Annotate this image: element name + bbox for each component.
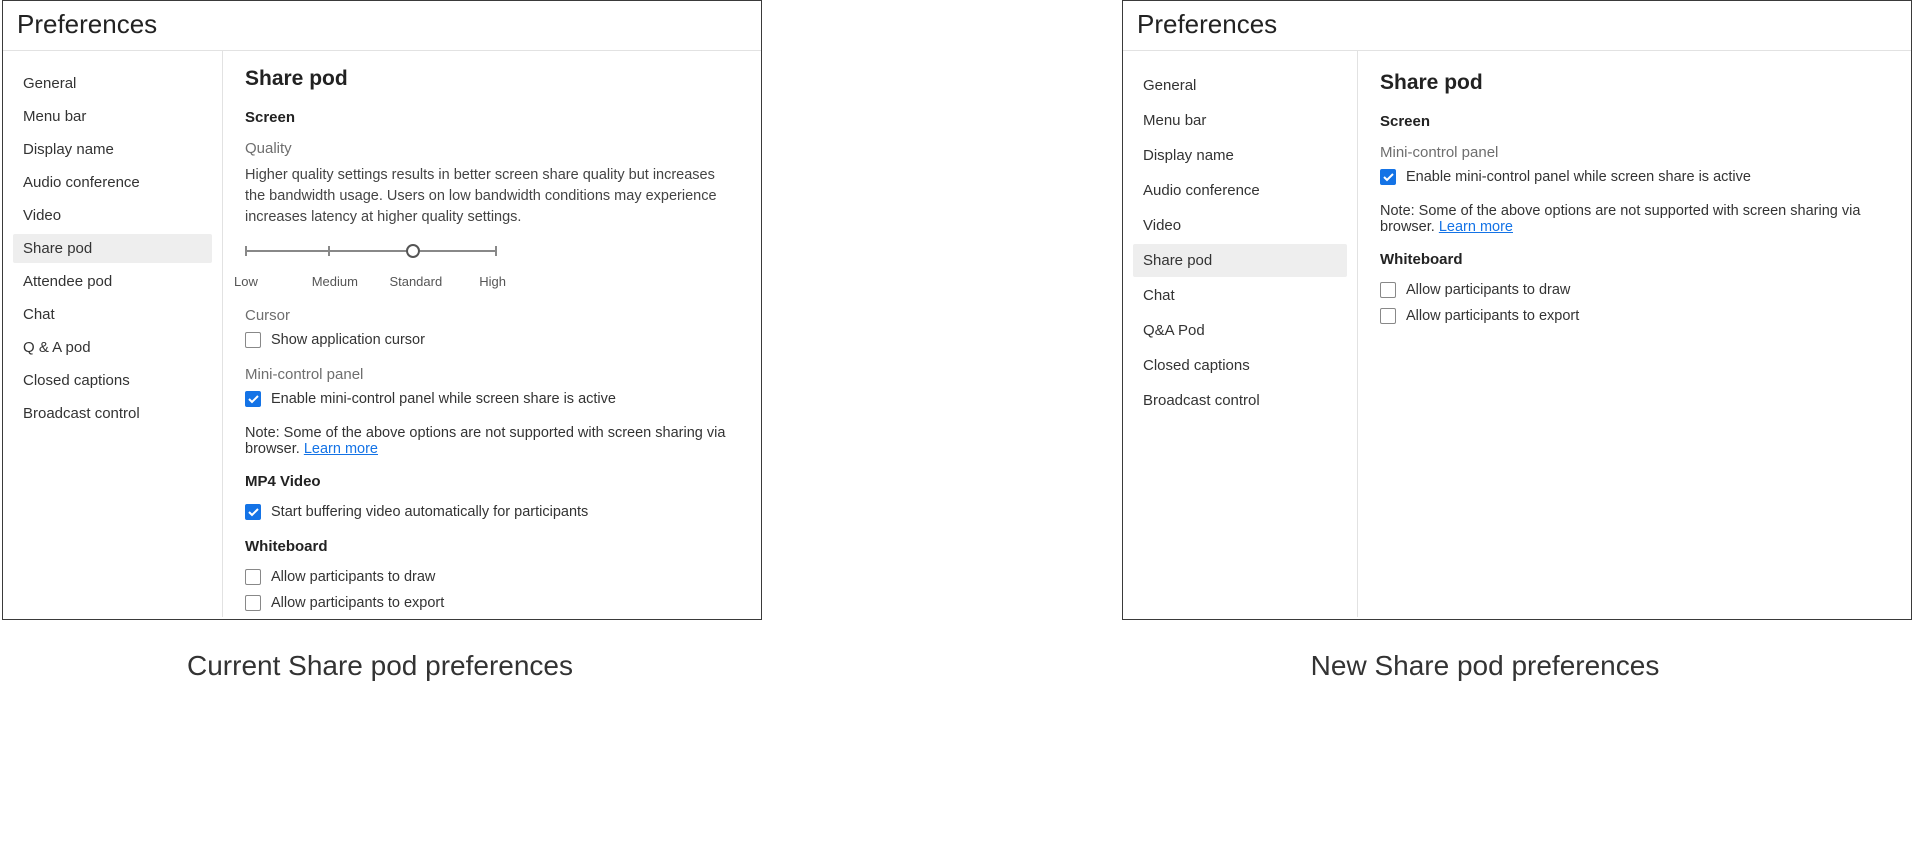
sidebar-item-video[interactable]: Video xyxy=(13,201,212,230)
sidebar-item-sharepod[interactable]: Share pod xyxy=(13,234,212,263)
sidebar-item-sharepod[interactable]: Share pod xyxy=(1133,244,1347,277)
wb-draw-checkbox[interactable] xyxy=(245,569,261,585)
sidebar-item-qapod[interactable]: Q&A Pod xyxy=(1133,314,1347,347)
current-preferences-panel: Preferences General Menu bar Display nam… xyxy=(2,0,762,620)
sidebar-item-video[interactable]: Video xyxy=(1133,209,1347,242)
wb-export-label: Allow participants to export xyxy=(1406,308,1579,324)
sidebar-item-audioconf[interactable]: Audio conference xyxy=(1133,174,1347,207)
whiteboard-heading: Whiteboard xyxy=(245,538,739,555)
screen-heading: Screen xyxy=(1380,113,1889,130)
sidebar-item-broadcast[interactable]: Broadcast control xyxy=(13,399,212,428)
sidebar-item-chat[interactable]: Chat xyxy=(1133,279,1347,312)
mp4-buffer-label: Start buffering video automatically for … xyxy=(271,504,588,520)
mini-control-checkbox[interactable] xyxy=(1380,169,1396,185)
note-text: Note: Some of the above options are not … xyxy=(1380,203,1889,235)
mp4-heading: MP4 Video xyxy=(245,473,739,490)
cursor-heading: Cursor xyxy=(245,307,739,324)
wb-draw-label: Allow participants to draw xyxy=(271,569,435,585)
screen-heading: Screen xyxy=(245,109,739,126)
sidebar-right: General Menu bar Display name Audio conf… xyxy=(1123,51,1358,617)
sidebar-item-broadcast[interactable]: Broadcast control xyxy=(1133,384,1347,417)
sidebar-item-closedcaptions[interactable]: Closed captions xyxy=(1133,349,1347,382)
learn-more-link[interactable]: Learn more xyxy=(1439,219,1513,235)
show-cursor-label: Show application cursor xyxy=(271,332,425,348)
wb-draw-label: Allow participants to draw xyxy=(1406,282,1570,298)
quality-slider[interactable] xyxy=(245,242,495,268)
sidebar-item-closedcaptions[interactable]: Closed captions xyxy=(13,366,212,395)
sidebar-item-chat[interactable]: Chat xyxy=(13,300,212,329)
mini-control-heading: Mini-control panel xyxy=(245,366,739,383)
wb-export-label: Allow participants to export xyxy=(271,595,444,611)
sidebar-item-attendeepod[interactable]: Attendee pod xyxy=(13,267,212,296)
mini-control-checkbox[interactable] xyxy=(245,391,261,407)
quality-description: Higher quality settings results in bette… xyxy=(245,165,739,228)
show-cursor-checkbox[interactable] xyxy=(245,332,261,348)
sidebar-item-general[interactable]: General xyxy=(1133,69,1347,102)
sidebar-item-general[interactable]: General xyxy=(13,69,212,98)
mini-control-label: Enable mini-control panel while screen s… xyxy=(1406,169,1751,185)
content-right: Share pod Screen Mini-control panel Enab… xyxy=(1358,51,1911,617)
sidebar-item-menubar[interactable]: Menu bar xyxy=(13,102,212,131)
mp4-buffer-checkbox[interactable] xyxy=(245,504,261,520)
mini-control-label: Enable mini-control panel while screen s… xyxy=(271,391,616,407)
sidebar-item-qapod[interactable]: Q & A pod xyxy=(13,333,212,362)
learn-more-link[interactable]: Learn more xyxy=(304,441,378,457)
sidebar-item-menubar[interactable]: Menu bar xyxy=(1133,104,1347,137)
content-left: Share pod Screen Quality Higher quality … xyxy=(223,51,761,617)
wb-export-checkbox[interactable] xyxy=(245,595,261,611)
caption-current: Current Share pod preferences xyxy=(0,650,760,682)
sidebar-item-audioconf[interactable]: Audio conference xyxy=(13,168,212,197)
page-heading: Share pod xyxy=(1380,71,1889,95)
wb-draw-checkbox[interactable] xyxy=(1380,282,1396,298)
new-preferences-panel: Preferences General Menu bar Display nam… xyxy=(1122,0,1912,620)
quality-heading: Quality xyxy=(245,140,739,157)
mini-control-heading: Mini-control panel xyxy=(1380,144,1889,161)
sidebar-item-displayname[interactable]: Display name xyxy=(1133,139,1347,172)
wb-export-checkbox[interactable] xyxy=(1380,308,1396,324)
slider-handle[interactable] xyxy=(406,244,420,258)
whiteboard-heading: Whiteboard xyxy=(1380,251,1889,268)
note-text: Note: Some of the above options are not … xyxy=(245,425,739,457)
caption-new: New Share pod preferences xyxy=(1090,650,1880,682)
page-heading: Share pod xyxy=(245,67,739,91)
panel-title: Preferences xyxy=(3,1,761,51)
sidebar-item-displayname[interactable]: Display name xyxy=(13,135,212,164)
panel-title: Preferences xyxy=(1123,1,1911,51)
slider-labels: Low Medium Standard High xyxy=(234,274,506,289)
sidebar-left: General Menu bar Display name Audio conf… xyxy=(3,51,223,617)
